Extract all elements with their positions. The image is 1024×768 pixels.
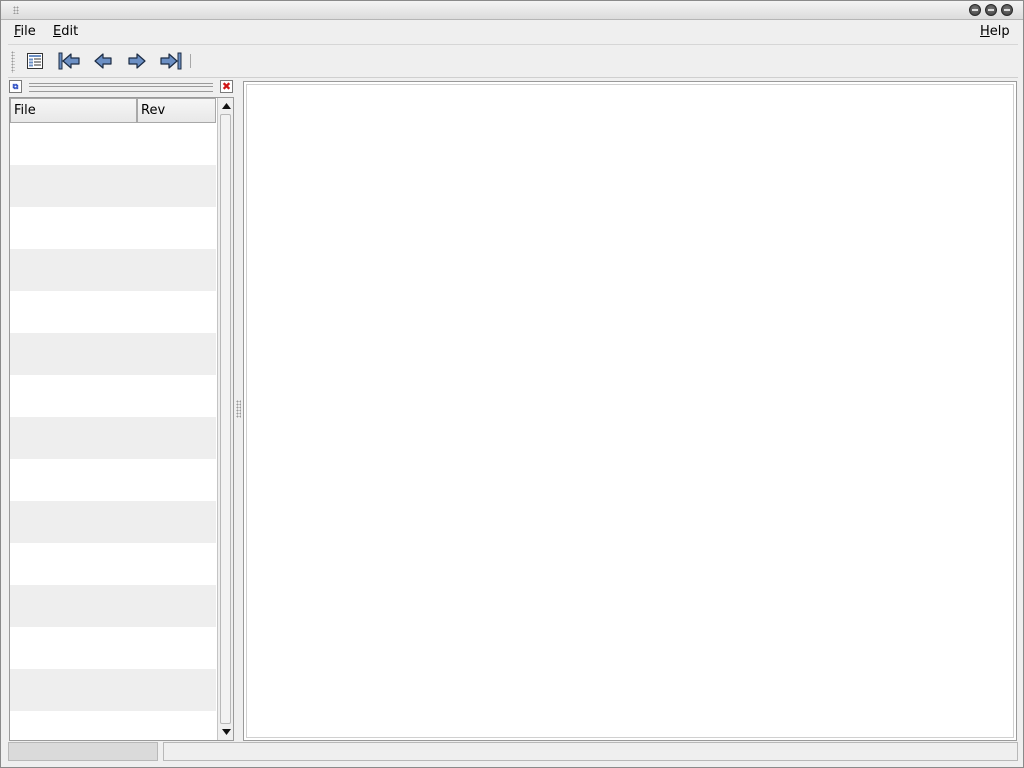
toolbar (8, 45, 1018, 78)
menu-help-label: elp (989, 24, 1010, 39)
dock-close-icon[interactable]: ✖ (220, 80, 233, 93)
toolbar-handle-icon[interactable] (11, 51, 15, 73)
list-item[interactable] (10, 333, 216, 375)
column-header-rev[interactable]: Rev (137, 98, 216, 123)
menu-bar: File Edit Help (8, 20, 1018, 45)
menu-file[interactable]: File (14, 24, 36, 39)
file-list-rows (10, 123, 216, 740)
menu-file-label: ile (20, 24, 36, 39)
next-button[interactable] (124, 49, 150, 73)
list-item[interactable] (10, 291, 216, 333)
list-item[interactable] (10, 585, 216, 627)
previous-button[interactable] (90, 49, 116, 73)
list-item[interactable] (10, 669, 216, 711)
file-panel-header[interactable]: ⧉ ✖ (9, 80, 235, 95)
toolbar-separator (190, 54, 191, 68)
app-window: File Edit Help ⧉ ✖ File Rev (0, 0, 1024, 768)
scroll-down-button[interactable] (219, 725, 233, 739)
list-item[interactable] (10, 543, 216, 585)
minimize-icon[interactable] (969, 4, 981, 16)
splitter-grip-icon (236, 400, 241, 418)
previous-icon (94, 53, 112, 69)
list-item[interactable] (10, 249, 216, 291)
list-item[interactable] (10, 375, 216, 417)
menu-edit[interactable]: Edit (53, 24, 78, 39)
maximize-icon[interactable] (985, 4, 997, 16)
scroll-up-button[interactable] (219, 99, 233, 113)
list-item[interactable] (10, 165, 216, 207)
next-icon (128, 53, 146, 69)
last-button[interactable] (158, 49, 184, 73)
log-view-button[interactable] (22, 49, 48, 73)
main-content-area[interactable] (243, 81, 1017, 741)
column-header-file[interactable]: File (10, 98, 137, 123)
status-bar (8, 742, 1018, 762)
file-list[interactable]: File Rev (9, 97, 234, 741)
menu-edit-mnemonic: E (53, 24, 62, 39)
list-item[interactable] (10, 207, 216, 249)
scroll-track[interactable] (220, 114, 231, 724)
arrow-up-icon (221, 103, 231, 109)
list-item[interactable] (10, 459, 216, 501)
status-message (163, 742, 1018, 761)
panel-splitter[interactable] (235, 80, 241, 740)
log-view-icon (27, 53, 43, 69)
last-icon (160, 52, 182, 70)
file-list-scrollbar[interactable] (217, 98, 233, 740)
list-item[interactable] (10, 123, 216, 165)
first-icon (58, 52, 80, 70)
title-bar[interactable] (1, 1, 1023, 20)
menu-help[interactable]: Help (980, 24, 1010, 39)
menu-help-mnemonic: H (980, 24, 990, 39)
first-button[interactable] (56, 49, 82, 73)
menu-edit-label: dit (61, 24, 79, 39)
close-icon[interactable] (1001, 4, 1013, 16)
list-item[interactable] (10, 417, 216, 459)
list-item[interactable] (10, 627, 216, 669)
list-item[interactable] (10, 711, 216, 740)
status-progress (8, 742, 158, 761)
dock-title-grip[interactable] (29, 83, 213, 92)
dock-float-icon[interactable]: ⧉ (9, 80, 22, 93)
arrow-down-icon (221, 729, 231, 735)
file-list-header: File Rev (10, 98, 216, 123)
content-viewport (246, 84, 1014, 738)
title-grip-icon (13, 6, 19, 14)
list-item[interactable] (10, 501, 216, 543)
